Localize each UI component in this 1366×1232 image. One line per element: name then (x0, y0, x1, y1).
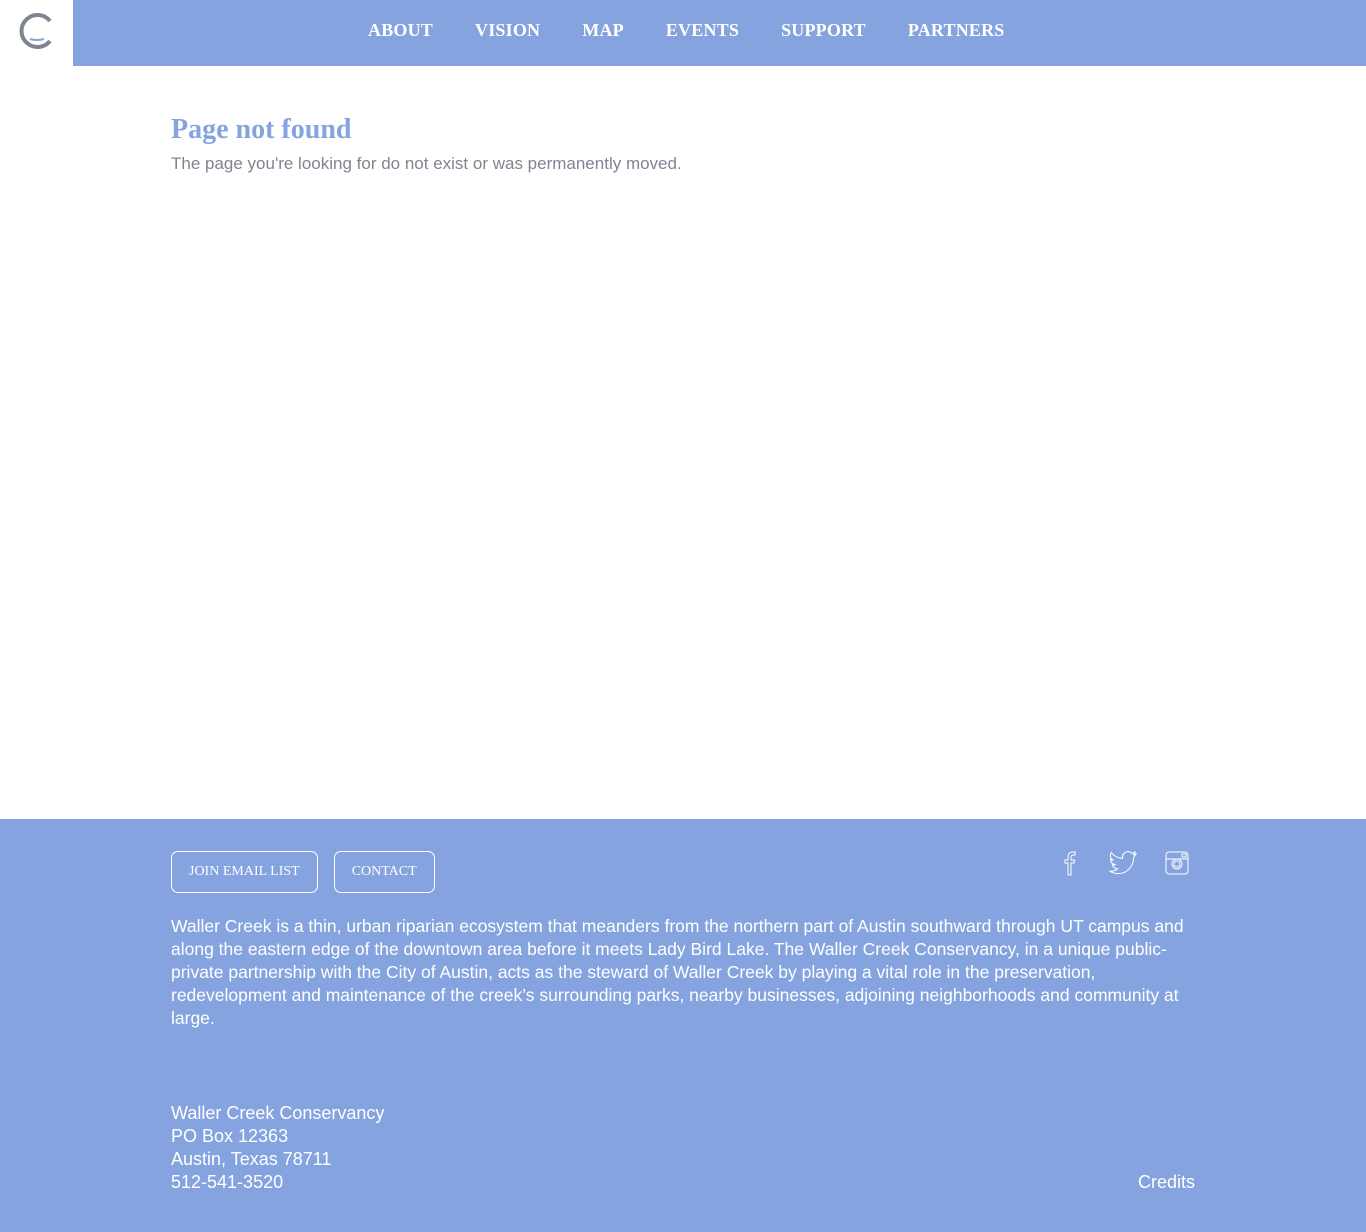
instagram-icon[interactable] (1164, 850, 1190, 876)
error-message: The page you're looking for do not exist… (171, 154, 682, 173)
contact-button[interactable]: CONTACT (333, 851, 435, 893)
page-title: Page not found (171, 114, 352, 145)
top-nav-bar: ABOUT VISION MAP EVENTS SUPPORT PARTNERS (73, 0, 1366, 66)
address-block: Waller Creek Conservancy PO Box 12363 Au… (171, 1102, 384, 1194)
about-paragraph: Waller Creek is a thin, urban riparian e… (171, 916, 1184, 1028)
main-content: Page not found The page you're looking f… (171, 112, 1195, 176)
nav-vision[interactable]: VISION (475, 19, 540, 41)
social-links (1058, 849, 1190, 877)
address-po-box: PO Box 12363 (171, 1126, 289, 1146)
nav-support[interactable]: SUPPORT (781, 19, 866, 41)
join-email-list-button[interactable]: JOIN EMAIL LIST (171, 851, 318, 893)
twitter-icon[interactable] (1108, 850, 1138, 876)
nav-partners[interactable]: PARTNERS (908, 19, 1005, 41)
footer: JOIN EMAIL LIST CONTACT Waller Creek is … (0, 819, 1366, 1232)
address-org: Waller Creek Conservancy (171, 1103, 385, 1123)
credits-link[interactable]: Credits (1138, 1171, 1195, 1194)
logo[interactable] (0, 0, 73, 66)
main-nav: ABOUT VISION MAP EVENTS SUPPORT PARTNERS (368, 19, 1005, 41)
address-city: Austin, Texas 78711 (171, 1149, 332, 1169)
address-phone: 512-541-3520 (171, 1172, 284, 1192)
facebook-icon[interactable] (1058, 849, 1082, 877)
footer-buttons: JOIN EMAIL LIST CONTACT (171, 851, 435, 893)
nav-events[interactable]: EVENTS (666, 19, 739, 41)
nav-map[interactable]: MAP (582, 19, 624, 41)
c-logo-icon (17, 11, 57, 56)
nav-about[interactable]: ABOUT (368, 19, 433, 41)
